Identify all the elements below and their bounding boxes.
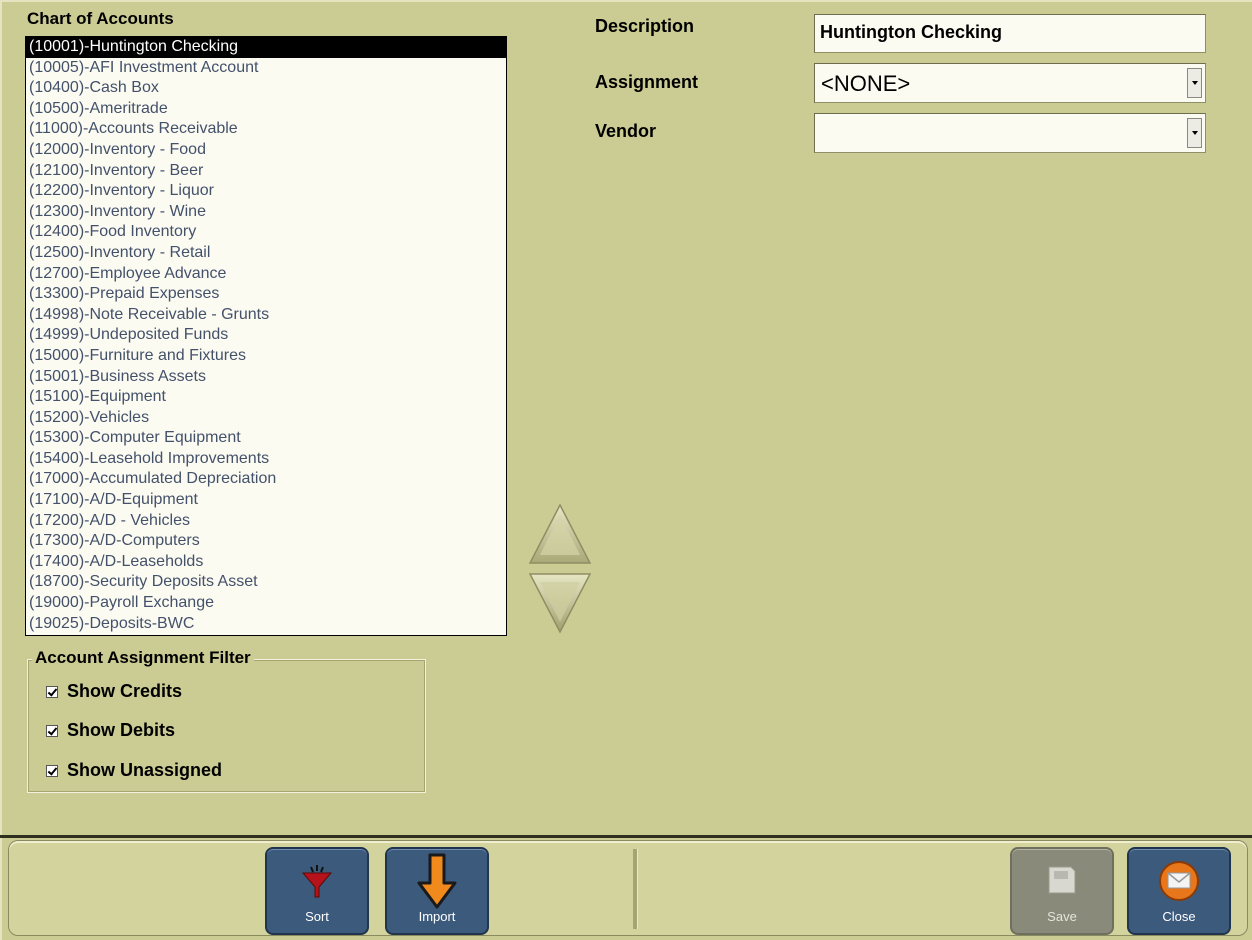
- account-list-item[interactable]: (12300)-Inventory - Wine: [26, 202, 506, 223]
- account-list-item[interactable]: (15100)-Equipment: [26, 387, 506, 408]
- triangle-up-icon: [528, 503, 592, 564]
- checkbox-checked[interactable]: [46, 724, 58, 737]
- show-debits-checkbox[interactable]: Show Debits: [46, 720, 175, 741]
- assignment-value: <NONE>: [821, 71, 911, 96]
- show-credits-label: Show Credits: [67, 681, 183, 701]
- move-down-button[interactable]: [528, 572, 592, 634]
- account-list-item[interactable]: (11000)-Accounts Receivable: [26, 119, 506, 140]
- account-list-item[interactable]: (15300)-Computer Equipment: [26, 428, 506, 449]
- account-list-item[interactable]: (15000)-Furniture and Fixtures: [26, 346, 506, 367]
- account-list-item[interactable]: (17000)-Accumulated Depreciation: [26, 469, 506, 490]
- account-list-item[interactable]: (10400)-Cash Box: [26, 78, 506, 99]
- save-icon: [1048, 866, 1076, 894]
- account-list-item[interactable]: (10500)-Ameritrade: [26, 99, 506, 120]
- account-list-item[interactable]: (13300)-Prepaid Expenses: [26, 284, 506, 305]
- account-list-item[interactable]: (14999)-Undeposited Funds: [26, 325, 506, 346]
- account-list-item[interactable]: (17300)-A/D-Computers: [26, 531, 506, 552]
- chevron-down-icon[interactable]: [1187, 118, 1202, 148]
- account-list-item[interactable]: (12200)-Inventory - Liquor: [26, 181, 506, 202]
- checkbox-checked[interactable]: [46, 685, 58, 698]
- account-list-item[interactable]: (19000)-Payroll Exchange: [26, 593, 506, 614]
- funnel-icon: [301, 865, 333, 898]
- sort-label: Sort: [305, 909, 329, 924]
- account-list-item[interactable]: (14998)-Note Receivable - Grunts: [26, 305, 506, 326]
- import-label: Import: [418, 909, 456, 924]
- account-list-item[interactable]: (18700)-Security Deposits Asset: [26, 572, 506, 593]
- save-label: Save: [1047, 909, 1077, 924]
- vendor-label: Vendor: [595, 121, 657, 141]
- save-button[interactable]: Save: [1010, 847, 1114, 935]
- filter-legend: Account Assignment Filter: [32, 648, 254, 668]
- show-credits-checkbox[interactable]: Show Credits: [46, 681, 182, 702]
- chart-of-accounts-title: Chart of Accounts: [27, 9, 174, 28]
- envelope-icon: [1159, 861, 1199, 901]
- account-list-item[interactable]: (12100)-Inventory - Beer: [26, 161, 506, 182]
- account-list-item[interactable]: (12000)-Inventory - Food: [26, 140, 506, 161]
- account-list-item[interactable]: (10005)-AFI Investment Account: [26, 58, 506, 79]
- account-list-item[interactable]: (15400)-Leasehold Improvements: [26, 449, 506, 470]
- import-button[interactable]: Import: [385, 847, 489, 935]
- toolbar-divider-line: [0, 835, 1252, 838]
- show-debits-label: Show Debits: [67, 720, 176, 740]
- chevron-down-icon[interactable]: [1187, 68, 1202, 98]
- move-up-button[interactable]: [528, 503, 592, 565]
- close-label: Close: [1162, 909, 1196, 924]
- description-label: Description: [595, 16, 695, 36]
- sort-button[interactable]: Sort: [265, 847, 369, 935]
- account-list[interactable]: (10001)-Huntington Checking (10005)-AFI I…: [25, 36, 507, 636]
- close-button[interactable]: Close: [1127, 847, 1231, 935]
- checkbox-checked[interactable]: [46, 764, 58, 777]
- account-list-item[interactable]: (17100)-A/D-Equipment: [26, 490, 506, 511]
- account-list-item[interactable]: (12700)-Employee Advance: [26, 264, 506, 285]
- show-unassigned-label: Show Unassigned: [67, 760, 223, 780]
- description-field[interactable]: Huntington Checking: [814, 14, 1206, 53]
- account-list-item[interactable]: (19025)-Deposits-BWC: [26, 614, 506, 635]
- vendor-dropdown[interactable]: [814, 113, 1206, 153]
- show-unassigned-checkbox[interactable]: Show Unassigned: [46, 760, 222, 781]
- account-list-item[interactable]: (15200)-Vehicles: [26, 408, 506, 429]
- account-list-item[interactable]: (17400)-A/D-Leaseholds: [26, 552, 506, 573]
- account-list-item[interactable]: (12500)-Inventory - Retail: [26, 243, 506, 264]
- toolbar-separator: [633, 849, 638, 929]
- account-list-item[interactable]: (10001)-Huntington Checking: [26, 37, 506, 58]
- assignment-dropdown[interactable]: <NONE>: [814, 63, 1206, 103]
- down-arrow-icon: [417, 853, 457, 909]
- account-list-item[interactable]: (12400)-Food Inventory: [26, 222, 506, 243]
- assignment-label: Assignment: [595, 72, 699, 92]
- account-list-item[interactable]: (17200)-A/D - Vehicles: [26, 511, 506, 532]
- triangle-down-icon: [528, 573, 592, 634]
- account-list-item[interactable]: (15001)-Business Assets: [26, 367, 506, 388]
